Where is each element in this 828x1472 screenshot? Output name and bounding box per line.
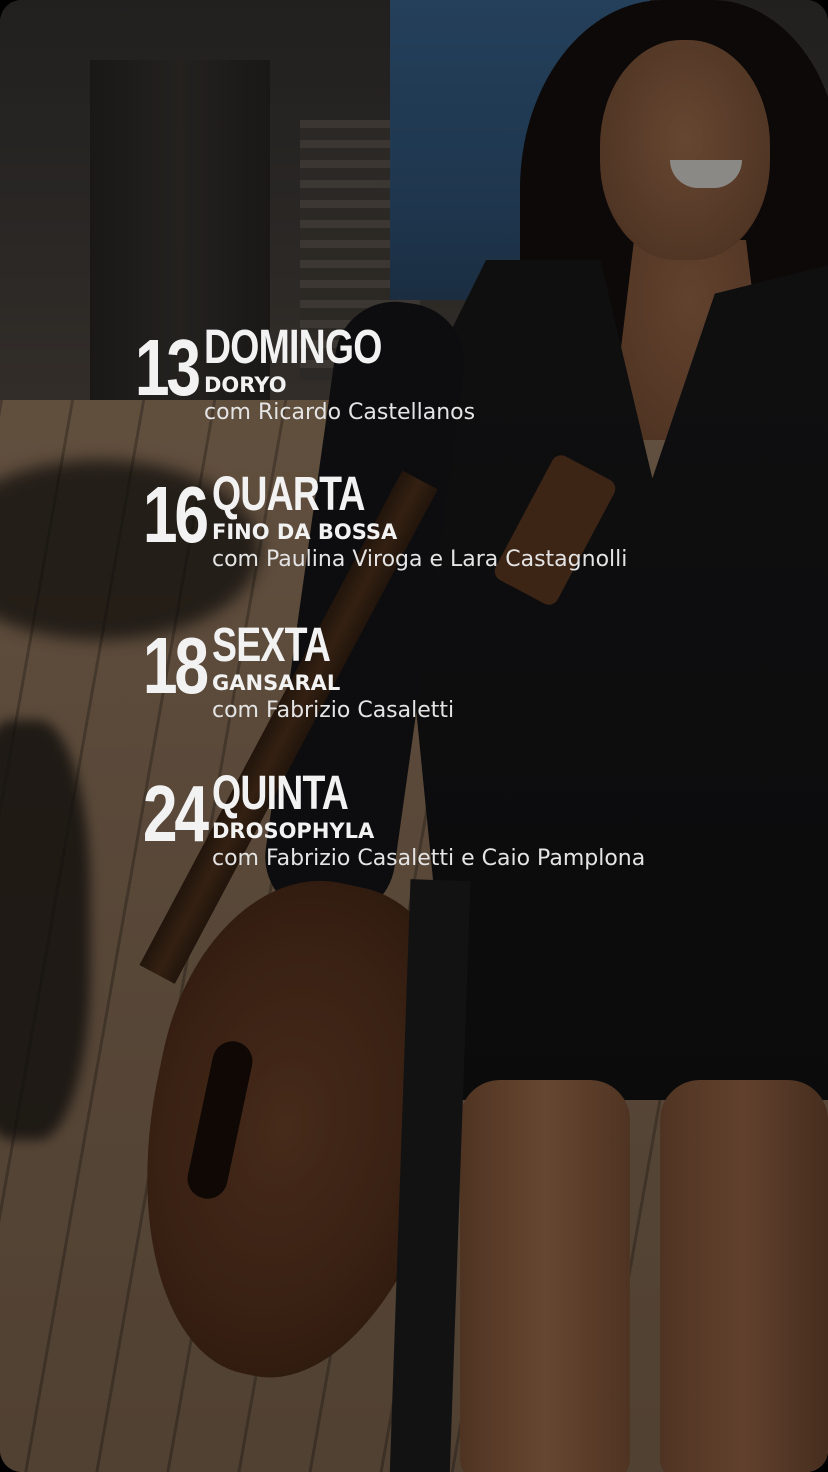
event-item: 16 QUARTA FINO DA BOSSA com Paulina Viro…: [114, 470, 628, 575]
event-band: FINO DA BOSSA: [212, 520, 398, 544]
event-day-number: 16: [142, 470, 209, 559]
event-guests: com Paulina Viroga e Lara Castagnolli: [212, 547, 628, 572]
event-day-number: 24: [142, 769, 209, 858]
event-band: GANSARAL: [212, 671, 341, 695]
event-item: 18 SEXTA GANSARAL com Fabrizio Casaletti: [114, 622, 454, 726]
event-guests: com Ricardo Castellanos: [204, 400, 476, 425]
event-guests: com Fabrizio Casaletti e Caio Pamplona: [212, 846, 646, 870]
event-day-number: 18: [142, 621, 209, 710]
event-info: SEXTA GANSARAL com Fabrizio Casaletti: [212, 622, 454, 726]
event-weekday: DOMINGO: [204, 321, 382, 374]
event-weekday: QUINTA: [212, 767, 349, 820]
event-item: 24 QUINTA DROSOPHYLA com Fabrizio Casale…: [114, 767, 646, 871]
event-info: QUARTA FINO DA BOSSA com Paulina Viroga …: [212, 471, 627, 575]
event-guests: com Fabrizio Casaletti: [212, 698, 455, 723]
event-info: QUINTA DROSOPHYLA com Fabrizio Casaletti…: [212, 767, 646, 871]
event-schedule: 13 DOMINGO DORYO com Ricardo Castellanos…: [0, 0, 828, 1472]
event-band: DROSOPHYLA: [212, 819, 375, 843]
event-weekday: SEXTA: [212, 619, 331, 672]
event-band: DORYO: [204, 373, 287, 397]
story-frame: 13 DOMINGO DORYO com Ricardo Castellanos…: [0, 0, 828, 1472]
event-info: DOMINGO DORYO com Ricardo Castellanos: [204, 324, 475, 428]
event-item: 13 DOMINGO DORYO com Ricardo Castellanos: [106, 324, 475, 428]
event-day-number: 13: [134, 323, 201, 412]
event-weekday: QUARTA: [212, 468, 365, 521]
